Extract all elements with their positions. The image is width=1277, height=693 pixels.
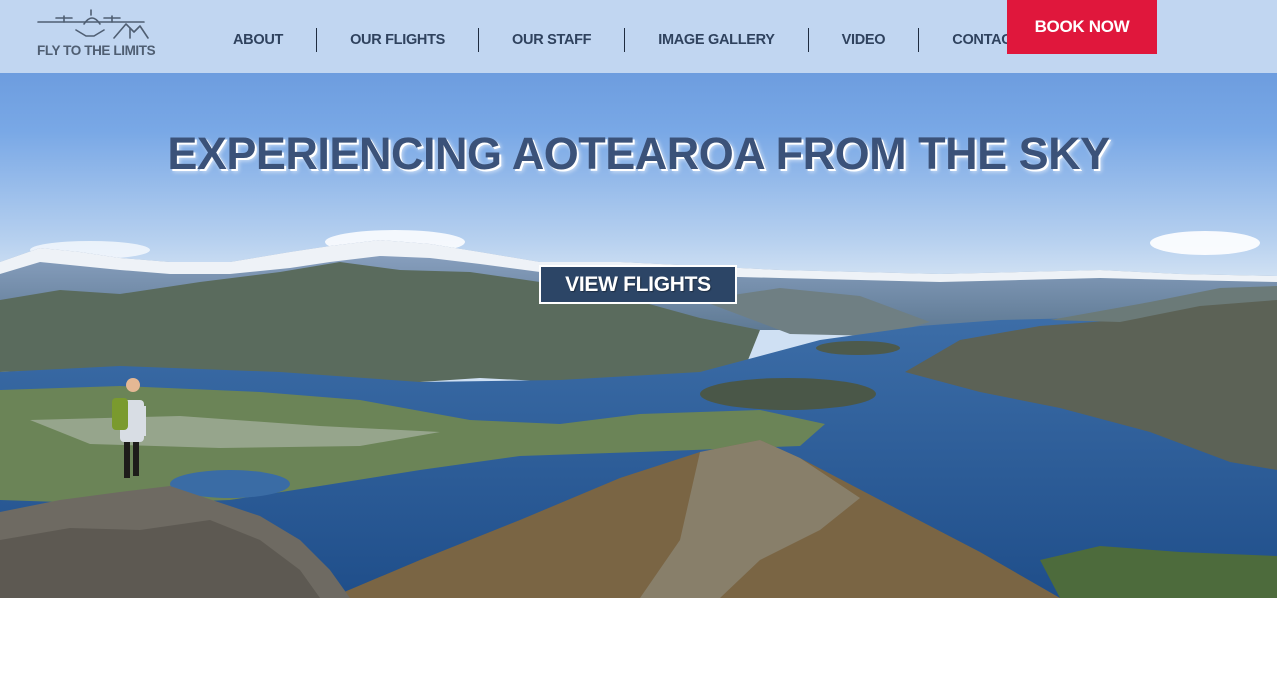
- nav-item-about[interactable]: ABOUT: [200, 28, 318, 52]
- nav-item-image-gallery[interactable]: IMAGE GALLERY: [625, 28, 809, 52]
- nav-item-video[interactable]: VIDEO: [809, 28, 920, 52]
- logo[interactable]: FLY TO THE LIMITS: [34, 6, 156, 62]
- nav-item-our-flights[interactable]: OUR FLIGHTS: [317, 28, 480, 52]
- main-nav: ABOUT OUR FLIGHTS OUR STAFF IMAGE GALLER…: [200, 28, 1054, 52]
- view-flights-button[interactable]: VIEW FLIGHTS: [539, 265, 737, 304]
- book-now-button[interactable]: BOOK NOW: [1007, 0, 1157, 54]
- site-header: FLY TO THE LIMITS ABOUT OUR FLIGHTS OUR …: [0, 0, 1277, 73]
- hero-title: EXPERIENCING AOTEAROA FROM THE SKY: [167, 128, 1110, 179]
- logo-text: FLY TO THE LIMITS: [37, 43, 156, 58]
- nav-item-our-staff[interactable]: OUR STAFF: [479, 28, 626, 52]
- airplane-mountains-logo-icon: [37, 9, 149, 39]
